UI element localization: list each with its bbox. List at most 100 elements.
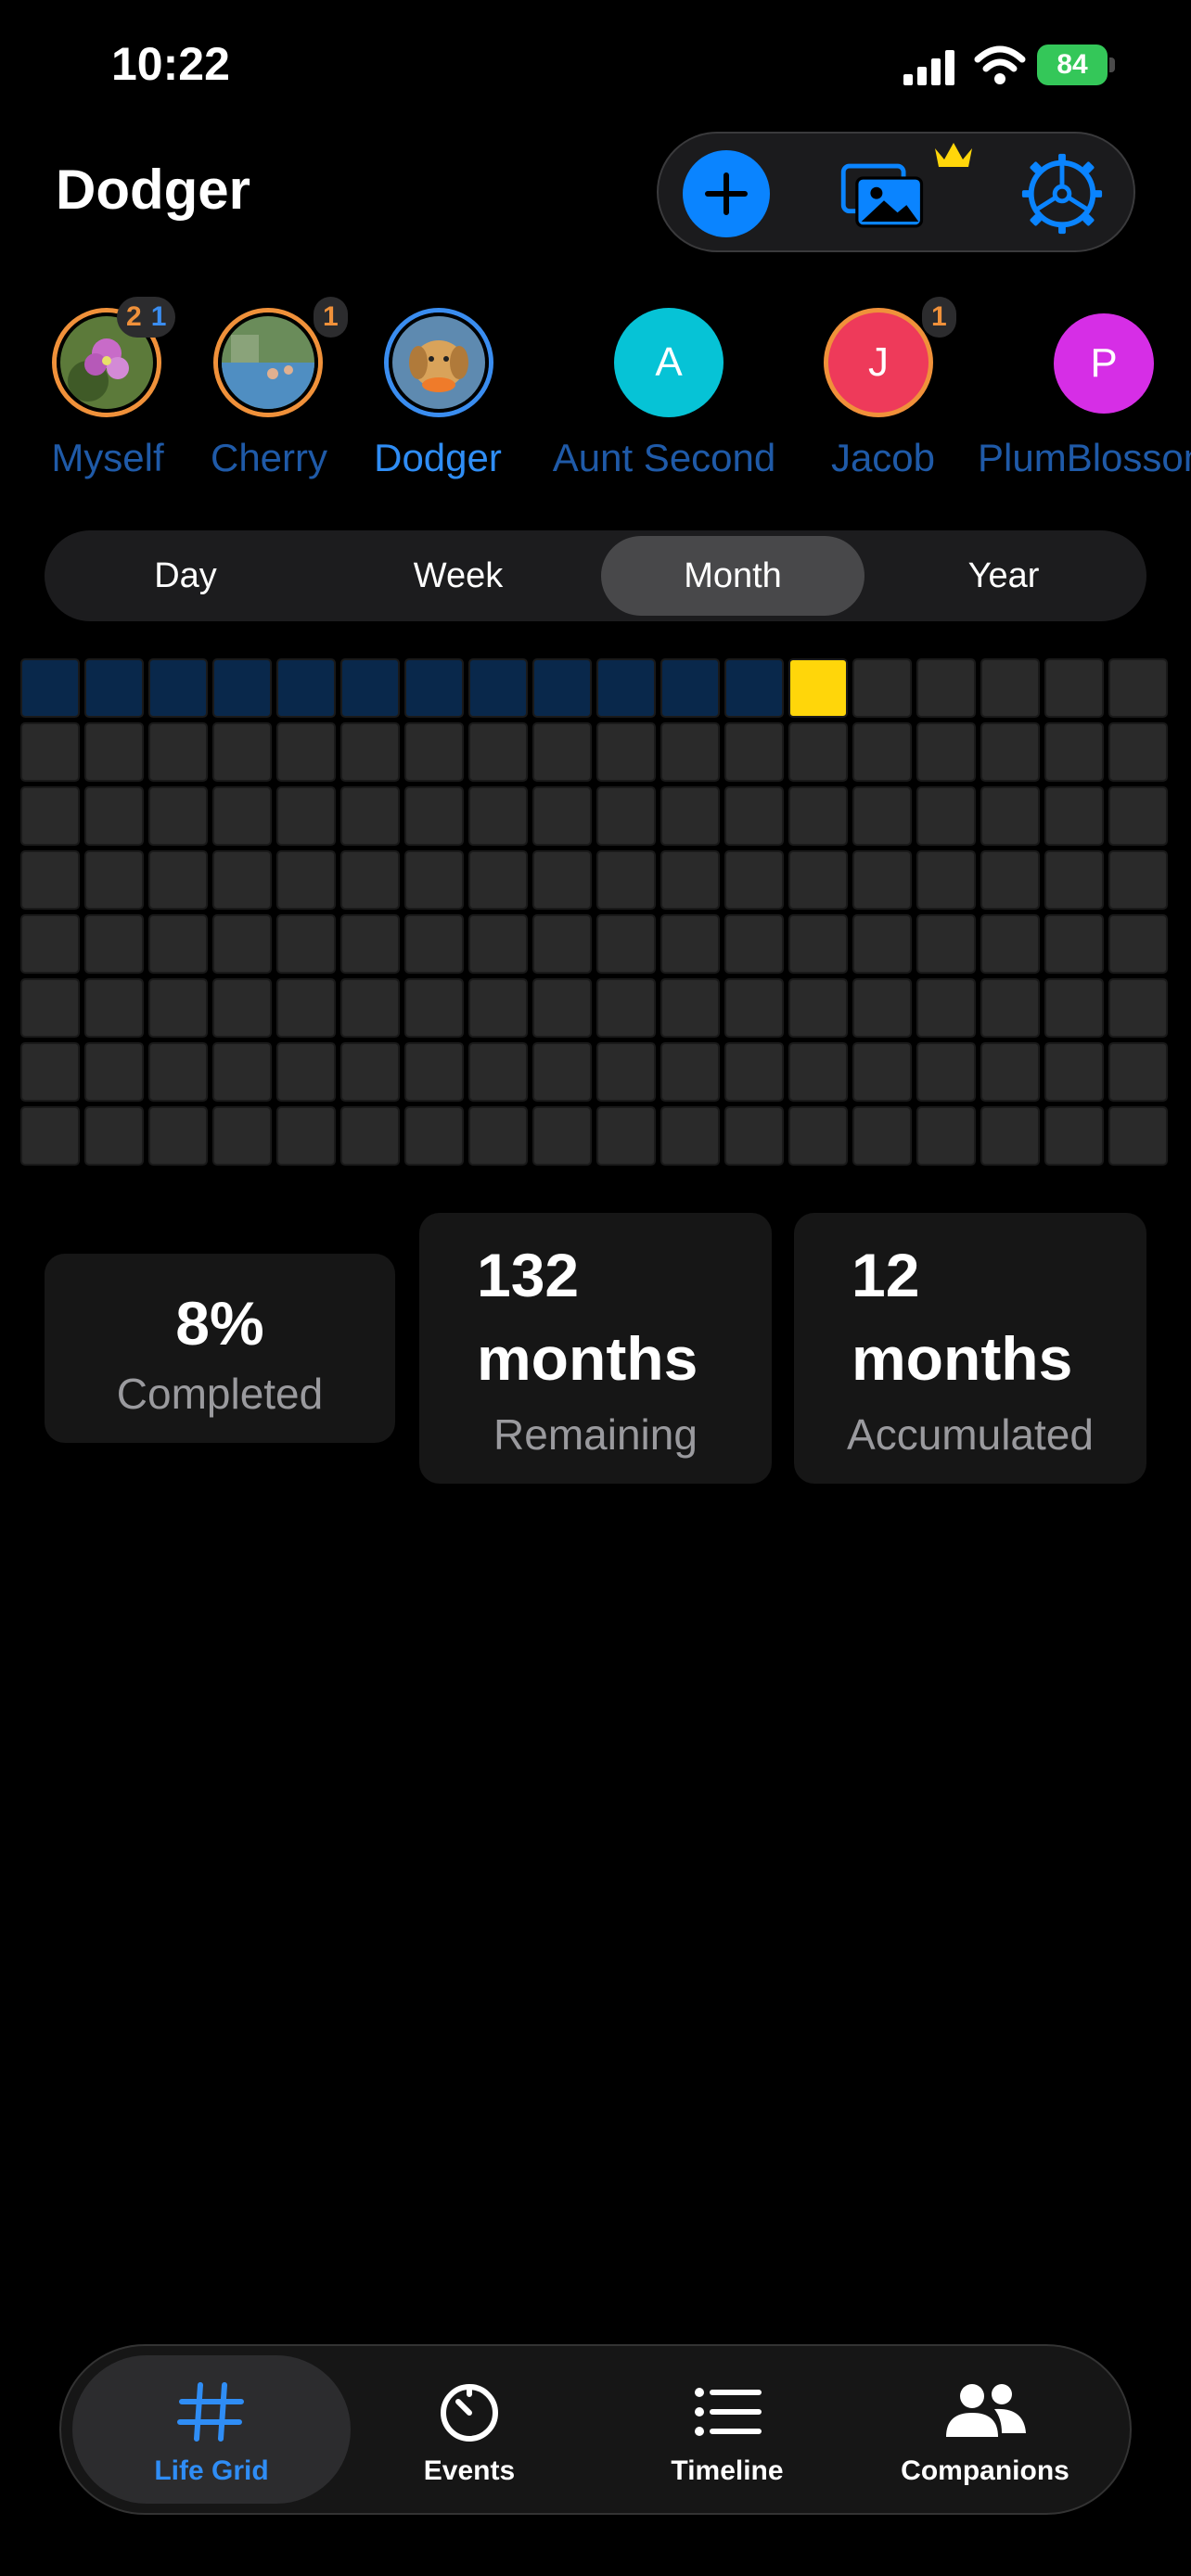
grid-cell[interactable]	[532, 722, 592, 782]
grid-cell[interactable]	[724, 850, 784, 910]
grid-cell[interactable]	[788, 786, 848, 846]
grid-cell[interactable]	[212, 1106, 272, 1166]
grid-cell[interactable]	[148, 978, 208, 1038]
segment-day[interactable]: Day	[54, 536, 317, 616]
grid-cell[interactable]	[340, 978, 400, 1038]
grid-cell[interactable]	[148, 786, 208, 846]
grid-cell[interactable]	[916, 658, 976, 718]
grid-cell[interactable]	[980, 850, 1040, 910]
grid-cell[interactable]	[532, 1042, 592, 1102]
grid-cell[interactable]	[788, 1106, 848, 1166]
grid-cell[interactable]	[980, 1106, 1040, 1166]
grid-cell[interactable]	[468, 978, 528, 1038]
grid-cell[interactable]	[852, 1106, 912, 1166]
grid-cell[interactable]	[596, 786, 656, 846]
grid-cell[interactable]	[84, 850, 144, 910]
grid-cell[interactable]	[340, 1106, 400, 1166]
grid-cell[interactable]	[1108, 1042, 1168, 1102]
grid-cell[interactable]	[148, 1042, 208, 1102]
segment-week[interactable]: Week	[327, 536, 590, 616]
grid-cell[interactable]	[212, 978, 272, 1038]
grid-cell[interactable]	[276, 850, 336, 910]
grid-cell[interactable]	[276, 1042, 336, 1102]
grid-cell[interactable]	[980, 978, 1040, 1038]
grid-cell[interactable]	[212, 722, 272, 782]
grid-cell[interactable]	[980, 1042, 1040, 1102]
grid-cell[interactable]	[1108, 658, 1168, 718]
grid-cell[interactable]	[532, 850, 592, 910]
grid-cell[interactable]	[20, 850, 80, 910]
grid-cell[interactable]	[596, 914, 656, 974]
grid-cell[interactable]	[212, 786, 272, 846]
grid-cell[interactable]	[1108, 914, 1168, 974]
grid-cell[interactable]	[660, 850, 720, 910]
grid-cell[interactable]	[468, 786, 528, 846]
grid-cell[interactable]	[468, 1106, 528, 1166]
grid-cell[interactable]	[148, 722, 208, 782]
grid-cell[interactable]	[1044, 658, 1104, 718]
grid-cell[interactable]	[148, 914, 208, 974]
grid-cell[interactable]	[468, 1042, 528, 1102]
grid-cell[interactable]	[404, 1042, 464, 1102]
grid-cell[interactable]	[20, 722, 80, 782]
segment-year[interactable]: Year	[872, 536, 1135, 616]
grid-cell[interactable]	[148, 1106, 208, 1166]
grid-cell[interactable]	[596, 722, 656, 782]
grid-cell[interactable]	[1108, 978, 1168, 1038]
grid-cell[interactable]	[340, 786, 400, 846]
grid-cell[interactable]	[84, 722, 144, 782]
grid-cell[interactable]	[724, 914, 784, 974]
settings-button[interactable]	[1018, 150, 1106, 237]
grid-cell[interactable]	[724, 1042, 784, 1102]
profile-plumblossom[interactable]: P PlumBlossom	[978, 297, 1191, 491]
grid-cell[interactable]	[852, 914, 912, 974]
grid-cell[interactable]	[916, 786, 976, 846]
profile-dodger[interactable]: Dodger	[317, 297, 558, 491]
grid-cell[interactable]	[916, 722, 976, 782]
grid-cell[interactable]	[660, 914, 720, 974]
profile-aunt-second[interactable]: A Aunt Second	[544, 297, 785, 491]
grid-cell[interactable]	[1044, 914, 1104, 974]
grid-cell[interactable]	[404, 850, 464, 910]
grid-cell[interactable]	[276, 978, 336, 1038]
grid-cell[interactable]	[84, 978, 144, 1038]
grid-cell[interactable]	[212, 914, 272, 974]
grid-cell[interactable]	[1044, 978, 1104, 1038]
grid-cell[interactable]	[20, 1106, 80, 1166]
grid-cell[interactable]	[852, 722, 912, 782]
grid-cell[interactable]	[1108, 786, 1168, 846]
grid-cell[interactable]	[1108, 1106, 1168, 1166]
grid-cell-past[interactable]	[724, 658, 784, 718]
tab-life-grid[interactable]: Life Grid	[72, 2355, 351, 2504]
grid-cell[interactable]	[788, 914, 848, 974]
grid-cell[interactable]	[84, 786, 144, 846]
tab-events[interactable]: Events	[330, 2355, 608, 2504]
grid-cell-past[interactable]	[276, 658, 336, 718]
grid-cell[interactable]	[724, 722, 784, 782]
grid-cell[interactable]	[404, 722, 464, 782]
grid-cell[interactable]	[84, 1042, 144, 1102]
grid-cell[interactable]	[532, 978, 592, 1038]
grid-cell[interactable]	[340, 914, 400, 974]
grid-cell[interactable]	[788, 978, 848, 1038]
grid-cell[interactable]	[660, 786, 720, 846]
grid-cell[interactable]	[1108, 722, 1168, 782]
grid-cell[interactable]	[916, 1106, 976, 1166]
grid-cell[interactable]	[84, 1106, 144, 1166]
grid-cell[interactable]	[20, 786, 80, 846]
grid-cell[interactable]	[1044, 722, 1104, 782]
grid-cell[interactable]	[788, 850, 848, 910]
grid-cell[interactable]	[468, 850, 528, 910]
grid-cell[interactable]	[20, 1042, 80, 1102]
grid-cell[interactable]	[916, 914, 976, 974]
grid-cell[interactable]	[596, 850, 656, 910]
grid-cell[interactable]	[532, 914, 592, 974]
grid-cell[interactable]	[788, 1042, 848, 1102]
grid-cell[interactable]	[468, 914, 528, 974]
grid-cell[interactable]	[724, 1106, 784, 1166]
grid-cell[interactable]	[1044, 850, 1104, 910]
grid-cell[interactable]	[980, 658, 1040, 718]
grid-cell[interactable]	[148, 850, 208, 910]
grid-cell[interactable]	[276, 1106, 336, 1166]
grid-cell[interactable]	[84, 914, 144, 974]
